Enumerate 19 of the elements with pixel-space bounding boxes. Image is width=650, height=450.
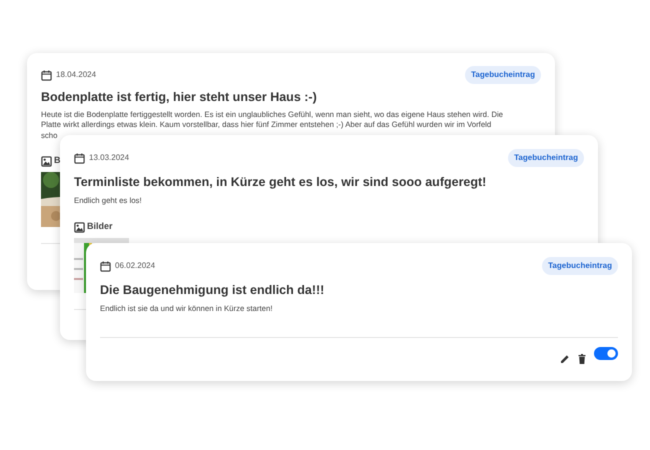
calendar-icon [100,260,111,272]
calendar-icon [41,70,52,80]
images-heading: B [54,154,60,168]
entry-title: Terminliste bekommen, in Kürze geht es los, wir sind sooo aufgeregt! [74,174,488,191]
toggle-switch[interactable] [594,347,618,360]
entry-date: 18.04.2024 [56,69,96,81]
image-icon [74,222,85,232]
delete-icon[interactable] [578,354,586,364]
entry-title: Die Baugenehmigung ist endlich da!!! [100,282,326,299]
image-icon [41,156,52,166]
category-tag: Tagebucheintrag [465,66,541,84]
category-tag: Tagebucheintrag [508,149,584,167]
calendar-icon [74,152,85,164]
images-heading: Bilder [87,220,113,234]
entry-title: Bodenplatte ist fertig, hier steht unser Haus :-) [41,89,318,106]
entry-date: 13.03.2024 [89,152,130,164]
entry-date: 06.02.2024 [115,260,156,272]
edit-icon[interactable] [560,354,570,364]
category-tag: Tagebucheintrag [542,257,618,275]
